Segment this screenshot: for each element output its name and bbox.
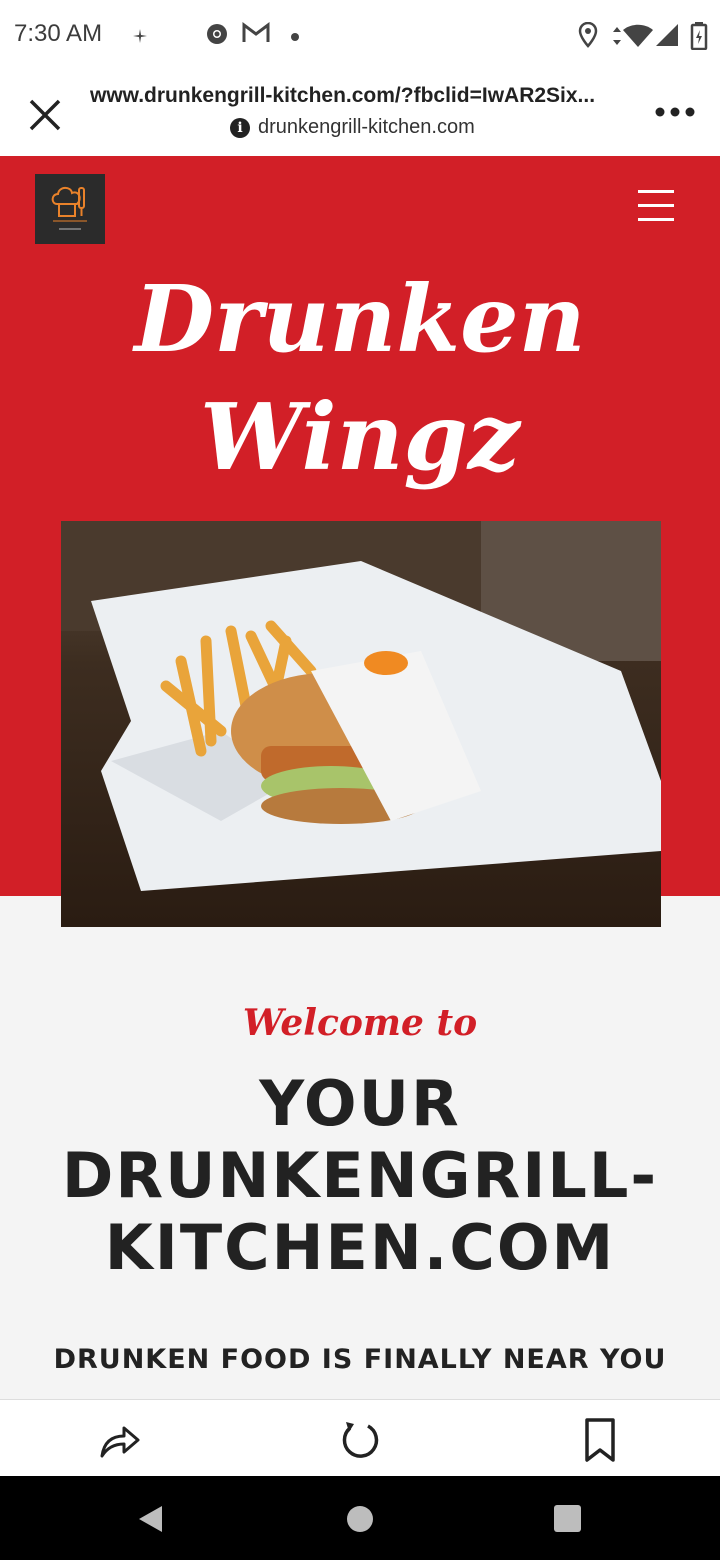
chrome-icon xyxy=(207,24,227,44)
sparkle-icon xyxy=(133,29,147,43)
page-title-line1: YOUR xyxy=(259,1067,461,1140)
status-bar: 7:30 AM xyxy=(0,0,720,72)
hero-image xyxy=(61,521,661,927)
bottom-toolbar xyxy=(0,1399,720,1477)
url-text[interactable]: www.drunkengrill-kitchen.com/?fbclid=IwA… xyxy=(90,84,620,108)
status-time: 7:30 AM xyxy=(14,20,103,47)
data-arrows-icon xyxy=(613,27,621,45)
site-logo[interactable] xyxy=(35,174,105,244)
dot-icon xyxy=(291,33,299,41)
browser-toolbar: www.drunkengrill-kitchen.com/?fbclid=IwA… xyxy=(0,72,720,156)
battery-icon xyxy=(690,22,708,50)
tagline: DRUNKEN FOOD IS FINALLY NEAR YOU xyxy=(53,1344,667,1375)
recents-icon[interactable] xyxy=(554,1505,581,1532)
share-icon[interactable] xyxy=(98,1418,142,1462)
domain-row[interactable]: i drunkengrill-kitchen.com xyxy=(230,116,475,139)
hero-title-line2: Wingz xyxy=(199,383,521,491)
gmail-icon xyxy=(242,22,270,42)
home-icon[interactable] xyxy=(346,1505,374,1533)
close-icon[interactable] xyxy=(22,92,68,138)
refresh-icon[interactable] xyxy=(338,1418,382,1462)
menu-icon[interactable] xyxy=(638,190,674,224)
bookmark-icon[interactable] xyxy=(578,1418,622,1462)
location-icon xyxy=(578,22,598,48)
page-title: YOUR DRUNKENGRILL- KITCHEN.COM xyxy=(0,1068,720,1284)
hero-title: Drunken Wingz xyxy=(0,260,720,496)
welcome-text: Welcome to xyxy=(242,1002,478,1044)
system-nav-bar xyxy=(0,1476,720,1560)
back-icon[interactable] xyxy=(136,1504,166,1534)
page-title-line3: KITCHEN.COM xyxy=(104,1211,616,1284)
chef-logo-icon xyxy=(51,186,87,230)
domain-text: drunkengrill-kitchen.com xyxy=(258,116,475,138)
wifi-icon xyxy=(623,24,653,47)
page-title-line2: DRUNKENGRILL- xyxy=(61,1139,659,1212)
info-icon[interactable]: i xyxy=(230,117,250,138)
burger-and-fries-photo xyxy=(61,521,661,891)
signal-icon xyxy=(656,24,678,46)
more-icon[interactable] xyxy=(652,102,698,122)
hero-title-line1: Drunken xyxy=(134,265,586,373)
